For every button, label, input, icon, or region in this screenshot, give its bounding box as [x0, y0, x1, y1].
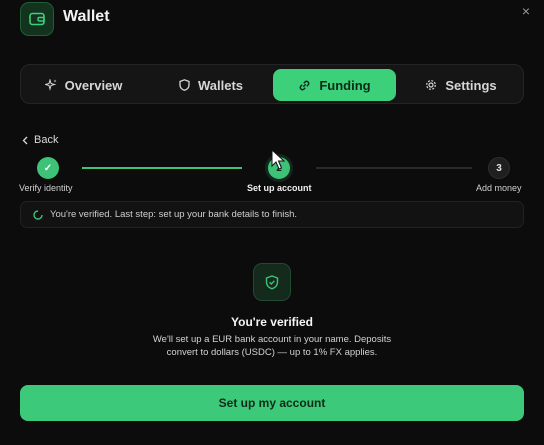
step-connector-pending — [316, 167, 472, 169]
sparkle-icon — [44, 79, 57, 91]
step-3-label: Add money — [476, 183, 522, 193]
shield-check-icon — [253, 263, 291, 301]
step-2-label: Set up account — [247, 183, 312, 193]
tab-bar: Overview Wallets Funding Settings — [20, 64, 524, 104]
wallet-icon — [20, 2, 54, 36]
step-1-label: Verify identity — [19, 183, 73, 193]
gear-icon — [426, 80, 437, 90]
step-connector-complete — [82, 167, 242, 169]
check-icon: ✓ — [43, 162, 53, 174]
tab-funding-label: Funding — [319, 77, 371, 93]
back-label: Back — [34, 134, 59, 146]
app-title: Wallet — [63, 8, 110, 25]
status-text: You're verified. Last step: set up your … — [50, 209, 298, 220]
wallet-window: Wallet × Overview Wallets Funding Settin… — [0, 0, 544, 445]
spinner-icon — [33, 209, 43, 220]
status-banner: You're verified. Last step: set up your … — [20, 201, 524, 228]
mouse-cursor-icon — [271, 149, 286, 170]
chevron-left-icon — [22, 136, 28, 144]
link-icon — [299, 80, 310, 90]
tab-funding[interactable]: Funding — [273, 69, 396, 101]
shield-icon — [179, 79, 190, 91]
back-button[interactable]: Back — [22, 134, 58, 146]
verified-description: We'll set up a EUR bank account in your … — [152, 334, 392, 358]
setup-account-button[interactable]: Set up my account — [20, 385, 524, 421]
tab-wallets[interactable]: Wallets — [151, 69, 271, 101]
verified-title: You're verified — [231, 315, 313, 329]
step-3-marker: 3 — [488, 157, 510, 179]
step-1-marker: ✓ — [37, 157, 59, 179]
tab-settings[interactable]: Settings — [401, 69, 521, 101]
tab-wallets-label: Wallets — [197, 77, 244, 93]
tab-settings-label: Settings — [445, 77, 497, 93]
tab-overview-label: Overview — [64, 77, 123, 93]
tab-overview[interactable]: Overview — [25, 69, 142, 101]
close-button[interactable]: × — [522, 3, 530, 19]
